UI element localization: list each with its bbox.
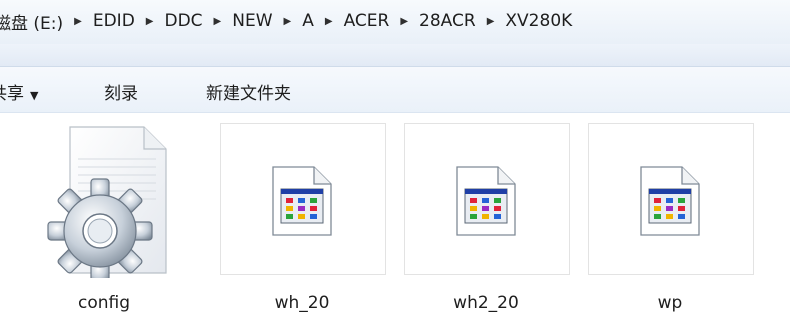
chevron-right-icon[interactable]: ▶ bbox=[74, 16, 82, 27]
burn-button[interactable]: 刻录 bbox=[104, 79, 138, 104]
breadcrumb-item-a[interactable]: A bbox=[300, 11, 316, 31]
application-file-icon bbox=[640, 166, 700, 236]
chevron-right-icon[interactable]: ▶ bbox=[487, 16, 495, 27]
file-name-label: config bbox=[77, 293, 131, 313]
breadcrumb-item-edid[interactable]: EDID bbox=[91, 11, 137, 31]
breadcrumb-item-drive[interactable]: 磁盘 (E:) bbox=[0, 9, 65, 34]
chevron-right-icon[interactable]: ▶ bbox=[400, 16, 408, 27]
address-bar[interactable]: 磁盘 (E:) ▶ EDID ▶ DDC ▶ NEW ▶ A ▶ ACER ▶ … bbox=[0, 0, 790, 45]
file-item-config[interactable]: config bbox=[24, 113, 188, 322]
file-item-wp[interactable]: wp bbox=[588, 113, 754, 322]
breadcrumb: 磁盘 (E:) ▶ EDID ▶ DDC ▶ NEW ▶ A ▶ ACER ▶ … bbox=[0, 8, 574, 34]
file-item-wh2_20[interactable]: wh2_20 bbox=[404, 113, 570, 322]
application-file-icon bbox=[456, 166, 516, 236]
file-item-wh_20[interactable]: wh_20 bbox=[220, 113, 386, 322]
command-bar: 共享 ▼ 刻录 新建文件夹 bbox=[0, 67, 790, 113]
breadcrumb-item-new[interactable]: NEW bbox=[230, 11, 274, 31]
new-folder-button[interactable]: 新建文件夹 bbox=[206, 79, 291, 104]
application-file-icon bbox=[272, 166, 332, 236]
chevron-right-icon[interactable]: ▶ bbox=[284, 16, 292, 27]
breadcrumb-item-acer[interactable]: ACER bbox=[342, 11, 392, 31]
file-name-label: wh_20 bbox=[274, 293, 330, 313]
file-name-label: wh2_20 bbox=[453, 293, 519, 313]
chevron-right-icon[interactable]: ▶ bbox=[214, 16, 222, 27]
caret-down-icon: ▼ bbox=[30, 89, 39, 102]
config-settings-icon bbox=[47, 126, 167, 278]
file-list: config wh_20 wh2_20 wp bbox=[0, 113, 790, 322]
file-name-label: wp bbox=[657, 293, 683, 313]
chevron-right-icon[interactable]: ▶ bbox=[325, 16, 333, 27]
breadcrumb-item-xv280k[interactable]: XV280K bbox=[503, 11, 574, 31]
address-bar-divider bbox=[0, 44, 790, 67]
chevron-right-icon[interactable]: ▶ bbox=[146, 16, 154, 27]
breadcrumb-item-28acr[interactable]: 28ACR bbox=[417, 11, 478, 31]
share-button-label: 共享 bbox=[0, 84, 24, 104]
breadcrumb-item-ddc[interactable]: DDC bbox=[162, 11, 204, 31]
share-button[interactable]: 共享 ▼ bbox=[0, 79, 38, 104]
